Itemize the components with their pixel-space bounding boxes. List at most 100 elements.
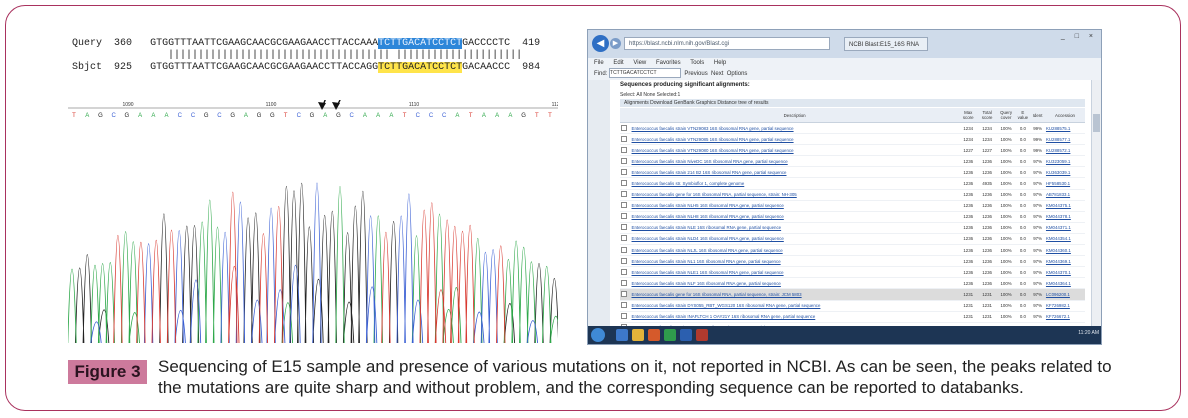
menu-view[interactable]: View: [633, 60, 646, 66]
find-options-button[interactable]: Options: [727, 71, 748, 77]
checkbox-icon[interactable]: [621, 191, 627, 198]
row-checkbox[interactable]: [620, 255, 631, 268]
row-checkbox[interactable]: [620, 144, 631, 157]
row-checkbox[interactable]: [620, 288, 631, 301]
row-description[interactable]: Enterococcus faecalis strain VTN29080 16…: [630, 144, 959, 157]
checkbox-icon[interactable]: [621, 180, 627, 187]
row-checkbox[interactable]: [620, 155, 631, 168]
back-icon[interactable]: ◀: [592, 35, 609, 52]
row-description[interactable]: Enterococcus faecalis strain NLF 16S rib…: [630, 277, 959, 290]
forward-icon[interactable]: ▶: [610, 38, 621, 49]
row-accession[interactable]: KU288577.1: [1044, 133, 1085, 146]
table-row[interactable]: Enterococcus faecalis strain DYS055_RBT_…: [620, 300, 1085, 312]
row-accession[interactable]: KM044354.1: [1044, 233, 1085, 246]
row-checkbox[interactable]: [620, 300, 631, 312]
table-row[interactable]: Enterococcus faecalis strain NLE1 16S ri…: [620, 266, 1085, 279]
word-taskbar-icon[interactable]: [680, 329, 692, 341]
table-row[interactable]: Enterococcus faecalis strain VTN29085 16…: [620, 133, 1085, 146]
menu-tools[interactable]: Tools: [690, 60, 704, 66]
checkbox-icon[interactable]: [621, 224, 627, 231]
find-input[interactable]: TCTTGACATCCTCT: [609, 68, 682, 79]
checkbox-icon[interactable]: [621, 157, 627, 164]
table-row[interactable]: Enterococcus faecalis strain 214 B2 16S …: [620, 166, 1085, 179]
row-checkbox[interactable]: [620, 122, 631, 135]
menu-help[interactable]: Help: [714, 60, 726, 66]
row-accession[interactable]: KU323059.1: [1044, 155, 1085, 168]
menu-edit[interactable]: Edit: [613, 60, 623, 66]
row-checkbox[interactable]: [620, 200, 631, 212]
row-checkbox[interactable]: [620, 211, 631, 223]
find-next-button[interactable]: Next: [711, 71, 723, 77]
row-accession[interactable]: HF558530.1: [1044, 177, 1085, 190]
checkbox-icon[interactable]: [621, 268, 627, 275]
row-description[interactable]: Enterococcus faecalis gene for 16S ribos…: [630, 189, 959, 201]
table-row[interactable]: Enterococcus faecalis strain NLD4 16S ri…: [620, 233, 1085, 246]
checkbox-icon[interactable]: [621, 246, 627, 253]
row-accession[interactable]: KU288575.1: [1044, 122, 1085, 135]
table-row[interactable]: Enterococcus faecalis strain NLH5 16S ri…: [620, 200, 1085, 212]
row-accession[interactable]: KM044364.1: [1044, 277, 1085, 290]
row-accession[interactable]: KM044378.1: [1044, 211, 1085, 223]
checkbox-icon[interactable]: [621, 279, 627, 286]
row-description[interactable]: Enterococcus faecalis strain DYS055_RBT_…: [630, 300, 959, 312]
menu-favorites[interactable]: Favorites: [656, 60, 681, 66]
row-accession[interactable]: KM044375.1: [1044, 200, 1085, 212]
address-bar[interactable]: https://blast.ncbi.nlm.nih.gov/Blast.cgi: [624, 37, 830, 50]
browser-taskbar-icon[interactable]: [616, 329, 628, 341]
table-row[interactable]: Enterococcus faecalis strain NLJL 16S ri…: [620, 244, 1085, 257]
table-row[interactable]: Enterococcus faecalis strain VTN29080 16…: [620, 144, 1085, 157]
row-checkbox[interactable]: [620, 277, 631, 290]
checkbox-icon[interactable]: [621, 135, 627, 142]
checkbox-icon[interactable]: [621, 313, 627, 320]
select-line[interactable]: Select: All None Selected:1: [620, 92, 680, 98]
checkbox-icon[interactable]: [621, 202, 627, 209]
checkbox-icon[interactable]: [621, 302, 627, 309]
table-row[interactable]: Enterococcus faecalis gene for 16S ribos…: [620, 189, 1085, 201]
checkbox-icon[interactable]: [621, 168, 627, 175]
row-checkbox[interactable]: [620, 189, 631, 201]
row-accession[interactable]: KM044360.1: [1044, 244, 1085, 257]
checkbox-icon[interactable]: [621, 235, 627, 242]
table-row[interactable]: Enterococcus faecalis strain NLF 16S rib…: [620, 277, 1085, 290]
checkbox-icon[interactable]: [621, 213, 627, 220]
scrollbar-thumb[interactable]: [1093, 114, 1100, 132]
row-description[interactable]: Enterococcus faecalis strain NLE1 16S ri…: [630, 266, 959, 279]
row-accession[interactable]: KF726982.1: [1044, 300, 1085, 312]
row-checkbox[interactable]: [620, 311, 631, 323]
checkbox-icon[interactable]: [621, 124, 627, 131]
excel-taskbar-icon[interactable]: [664, 329, 676, 341]
row-description[interactable]: Enterococcus faecalis strain NL1 16S rib…: [630, 255, 959, 268]
browser-tab[interactable]: NCBI Blast:E15_16S RNA: [844, 37, 928, 51]
row-checkbox[interactable]: [620, 266, 631, 279]
row-description[interactable]: Enterococcus faecalis strain INAFLTCH 1 …: [630, 311, 959, 323]
row-checkbox[interactable]: [620, 244, 631, 257]
table-row[interactable]: Enterococcus faecalis gene for 16S ribos…: [620, 288, 1085, 301]
row-checkbox[interactable]: [620, 233, 631, 246]
folder-taskbar-icon[interactable]: [632, 329, 644, 341]
checkbox-icon[interactable]: [621, 290, 627, 297]
table-row[interactable]: Enterococcus faecalis strain NL1 16S rib…: [620, 255, 1085, 268]
results-toolbar[interactable]: Alignments Download GenBank Graphics Dis…: [620, 99, 1085, 107]
media-taskbar-icon[interactable]: [648, 329, 660, 341]
row-description[interactable]: Enterococcus faecalis strain VTN29085 16…: [630, 133, 959, 146]
row-checkbox[interactable]: [620, 133, 631, 146]
row-description[interactable]: Enterococcus faecalis strain NLE 16S rib…: [630, 222, 959, 234]
table-row[interactable]: Enterococcus faecalis strain INAFLTCH 1 …: [620, 311, 1085, 323]
table-row[interactable]: Enterococcus faecalis strain NLE 16S rib…: [620, 222, 1085, 234]
row-description[interactable]: Enterococcus faecalis strain NiveDC 16S …: [630, 155, 959, 168]
row-accession[interactable]: KU363039.1: [1044, 166, 1085, 179]
row-checkbox[interactable]: [620, 222, 631, 234]
row-accession[interactable]: LC096200.1: [1044, 288, 1085, 301]
row-description[interactable]: Enterococcus faecalis strain NLH5 16S ri…: [630, 200, 959, 212]
row-accession[interactable]: KM044371.1: [1044, 222, 1085, 234]
row-description[interactable]: Enterococcus faecalis gene for 16S ribos…: [630, 288, 959, 301]
row-description[interactable]: Enterococcus faecalis strain 214 B2 16S …: [630, 166, 959, 179]
table-row[interactable]: Enterococcus faecalis strain VTN29083 16…: [620, 122, 1085, 135]
window-controls[interactable]: _ □ ×: [1061, 33, 1097, 40]
find-previous-button[interactable]: Previous: [684, 71, 707, 77]
start-button-icon[interactable]: [591, 328, 605, 342]
row-description[interactable]: Enterococcus faecalis str. Symbioflor 1,…: [630, 177, 959, 190]
row-description[interactable]: Enterococcus faecalis strain NLD4 16S ri…: [630, 233, 959, 246]
checkbox-icon[interactable]: [621, 146, 627, 153]
row-accession[interactable]: KU288572.1: [1044, 144, 1085, 157]
